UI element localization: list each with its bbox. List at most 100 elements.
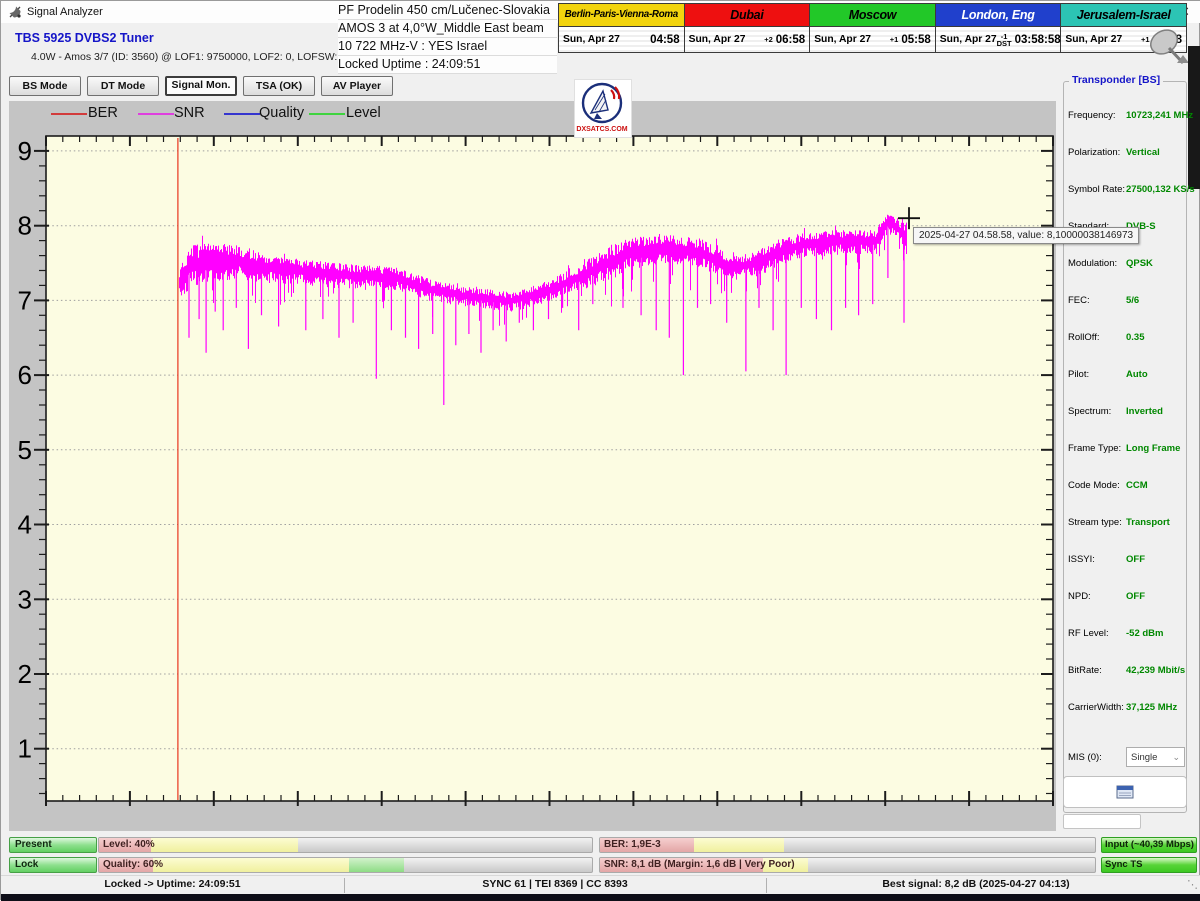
sync-ts-button[interactable]: Sync TS — [1101, 857, 1197, 873]
row-label: RollOff: — [1068, 332, 1126, 343]
present-indicator: Present — [9, 837, 97, 853]
row-value: 42,239 Mbit/s — [1126, 665, 1185, 676]
chevron-down-icon: ⌄ — [1172, 752, 1180, 763]
legend-line-level — [309, 113, 345, 115]
clock-city: London, Eng — [936, 4, 1061, 27]
bar-value-label: Level: 40% — [103, 838, 155, 852]
clock-date: Sun, Apr 27 — [689, 34, 746, 45]
transponder-rows: Frequency:10723,241 MHzPolarization:Vert… — [1068, 97, 1185, 726]
bar-segment-yellow — [694, 838, 785, 852]
transponder-row-fec: FEC:5/6 — [1068, 282, 1185, 319]
row-label: ISSYI: — [1068, 554, 1126, 565]
tab-bs-mode[interactable]: BS Mode — [9, 76, 81, 96]
tab-dt-mode[interactable]: DT Mode — [87, 76, 159, 96]
row-label: Symbol Rate: — [1068, 184, 1126, 195]
row-label: BitRate: — [1068, 665, 1126, 676]
row-value: CCM — [1126, 480, 1148, 491]
status-uptime: Locked -> Uptime: 24:09:51 — [1, 878, 344, 890]
bar-segment-yellow — [151, 838, 298, 852]
tuner-subtitle: 4.0W - Amos 3/7 (ID: 3560) @ LOF1: 97500… — [31, 51, 346, 63]
transponder-row-carrierwidth: CarrierWidth:37,125 MHz — [1068, 689, 1185, 726]
row-value: 10723,241 MHz — [1126, 110, 1193, 121]
window-title: Signal Analyzer — [27, 6, 103, 18]
input-bitrate-button[interactable]: Input (~40,39 Mbps) — [1101, 837, 1197, 853]
tab-tsa-ok[interactable]: TSA (OK) — [243, 76, 315, 96]
status-sync-counters: SYNC 61 | TEI 8369 | CC 8393 — [344, 878, 766, 890]
bar-value-label: SNR: 8,1 dB (Margin: 1,6 dB | Very Poor) — [604, 858, 795, 872]
clock-cell-moscow: MoscowSun, Apr 27+105:58 — [810, 4, 936, 52]
transponder-row-modulation: Modulation:QPSK — [1068, 245, 1185, 282]
status-spacer-box — [1063, 814, 1141, 829]
clock-utc-offset: -1DST — [997, 33, 1012, 47]
info-line-1: PF Prodelin 450 cm/Lučenec-Slovakia — [338, 2, 557, 20]
clock-utc-offset: +1 — [890, 36, 899, 43]
row-value: 5/6 — [1126, 295, 1139, 306]
snr-progressbar: SNR: 8,1 dB (Margin: 1,6 dB | Very Poor) — [599, 857, 1096, 873]
clock-city: Jerusalem-Israel — [1061, 4, 1186, 27]
info-line-3: 10 722 MHz-V : YES Israel — [338, 38, 557, 56]
world-clock-panel: Berlin-Paris-Vienna-RomaSun, Apr 2704:58… — [558, 3, 1187, 53]
dxsatcs-logo: DXSATCS.COM — [574, 79, 632, 138]
transponder-row-stream-type: Stream type:Transport — [1068, 504, 1185, 541]
svg-text:8: 8 — [18, 211, 32, 241]
legend-label-ber: BER — [88, 105, 118, 121]
legend-line-quality — [224, 113, 260, 115]
resize-grip[interactable]: ⋱ — [1187, 878, 1198, 891]
row-label: FEC: — [1068, 295, 1126, 306]
legend-label-level: Level — [346, 105, 381, 121]
row-label: Pilot: — [1068, 369, 1126, 380]
transponder-row-spectrum: Spectrum:Inverted — [1068, 393, 1185, 430]
row-value: OFF — [1126, 554, 1145, 565]
mis-row: MIS (0): Single ⌄ — [1068, 747, 1185, 767]
signal-analyzer-window: { "window": { "title": "Signal Analyzer"… — [0, 0, 1200, 900]
bar-value-label: BER: 1,9E-3 — [604, 838, 661, 852]
app-icon — [8, 5, 22, 24]
svg-text:7: 7 — [18, 285, 32, 315]
row-label: Frame Type: — [1068, 443, 1126, 454]
transponder-row-npd: NPD:OFF — [1068, 578, 1185, 615]
tab-signal-mon[interactable]: Signal Mon. — [165, 76, 237, 96]
transponder-row-rolloff: RollOff:0.35 — [1068, 319, 1185, 356]
clock-cell-dubai: DubaiSun, Apr 27+206:58 — [685, 4, 811, 52]
mode-tabbar: BS Mode DT Mode Signal Mon. TSA (OK) AV Play… — [9, 76, 393, 96]
transponder-title: Transponder [BS] — [1069, 74, 1163, 86]
panel-icon — [1116, 785, 1134, 799]
clock-time: 04:58 — [650, 34, 679, 46]
logo-text: DXSATCS.COM — [576, 126, 627, 133]
snr-trend-plot[interactable]: 123456789 — [9, 101, 1056, 831]
clock-utc-offset: +2 — [764, 36, 773, 43]
svg-text:5: 5 — [18, 435, 32, 465]
status-bar: Locked -> Uptime: 24:09:51 SYNC 61 | TEI… — [1, 875, 1200, 895]
row-label: Spectrum: — [1068, 406, 1126, 417]
row-value: Long Frame — [1126, 443, 1180, 454]
chart-tooltip: 2025-04-27 04.58.58, value: 8,1000003814… — [913, 227, 1139, 244]
clock-body: Sun, Apr 27-1DST03:58:58 — [936, 27, 1061, 52]
legend-label-snr: SNR — [174, 105, 205, 121]
clock-cell-berlin-paris-vienna-roma: Berlin-Paris-Vienna-RomaSun, Apr 2704:58 — [559, 4, 685, 52]
signal-monitor-chart[interactable]: 123456789 BERSNRQualityLevel — [9, 101, 1056, 831]
clock-time: 05:58 — [901, 34, 930, 46]
svg-text:3: 3 — [18, 584, 32, 614]
transponder-row-bitrate: BitRate:42,239 Mbit/s — [1068, 652, 1185, 689]
bar-value-label: Quality: 60% — [103, 858, 163, 872]
transponder-row-polarization: Polarization:Vertical — [1068, 134, 1185, 171]
row-value: 27500,132 KS/s — [1126, 184, 1195, 195]
antenna-info-block: PF Prodelin 450 cm/Lučenec-SlovakiaAMOS … — [338, 2, 557, 74]
row-label: CarrierWidth: — [1068, 702, 1126, 713]
mis-select[interactable]: Single ⌄ — [1126, 747, 1185, 767]
clock-time: 03:58:58 — [1015, 34, 1061, 46]
transponder-row-code-mode: Code Mode:CCM — [1068, 467, 1185, 504]
tab-av-player[interactable]: AV Player — [321, 76, 393, 96]
clock-time: 06:58 — [776, 34, 805, 46]
lock-indicator: Lock — [9, 857, 97, 873]
row-value: -52 dBm — [1126, 628, 1163, 639]
device-panel-button[interactable] — [1063, 776, 1187, 808]
row-label: Stream type: — [1068, 517, 1126, 528]
status-best-signal: Best signal: 8,2 dB (2025-04-27 04:13) — [766, 878, 1186, 890]
level-progressbar: Level: 40% — [98, 837, 593, 853]
row-value: QPSK — [1126, 258, 1153, 269]
svg-text:2: 2 — [18, 659, 32, 689]
clock-cell-london-eng: London, EngSun, Apr 27-1DST03:58:58 — [936, 4, 1062, 52]
svg-text:1: 1 — [18, 734, 32, 764]
clock-city: Berlin-Paris-Vienna-Roma — [559, 4, 684, 27]
